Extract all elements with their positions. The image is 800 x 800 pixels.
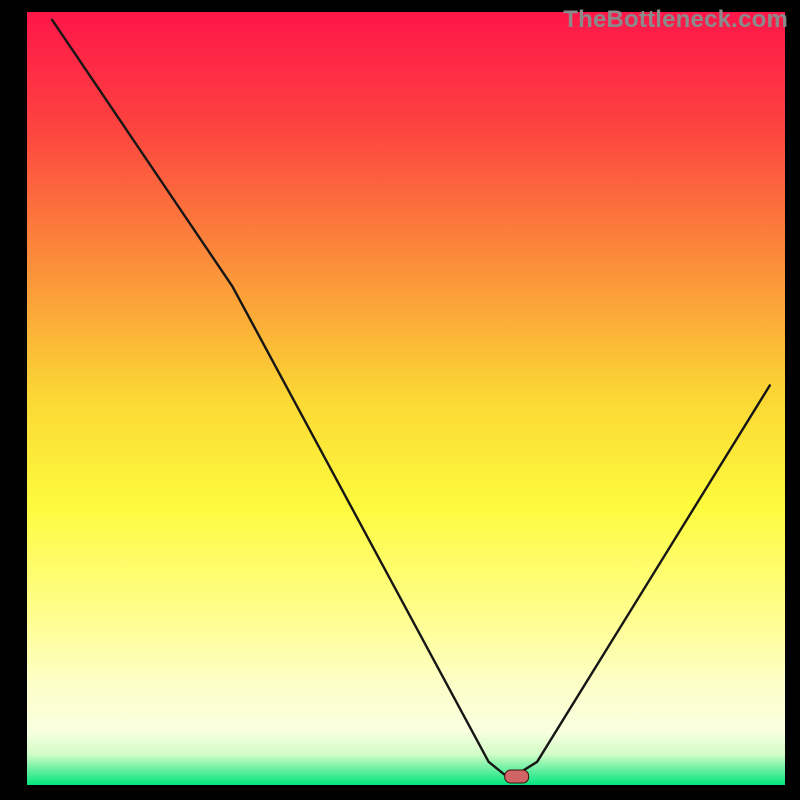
plot-background xyxy=(27,12,785,785)
bottleneck-plot xyxy=(0,0,800,800)
chart-frame: TheBottleneck.com xyxy=(0,0,800,800)
minimum-marker xyxy=(505,770,529,783)
watermark-text: TheBottleneck.com xyxy=(563,6,788,34)
